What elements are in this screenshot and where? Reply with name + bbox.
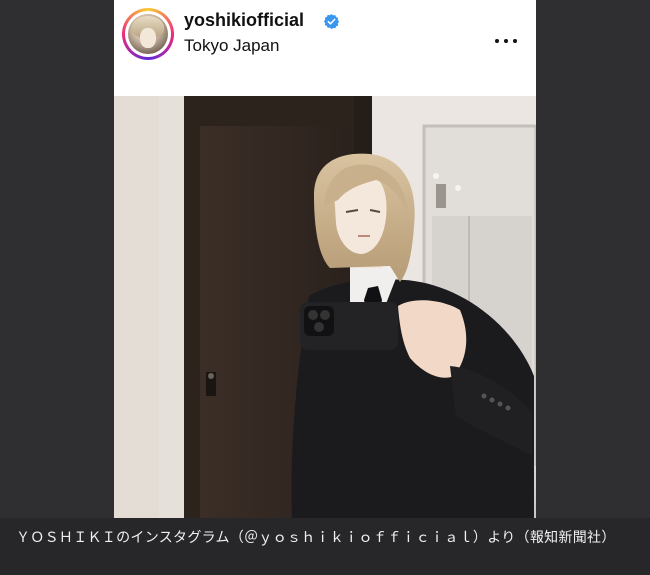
post-header: yoshikiofficial Tokyo Japan [114,0,536,96]
post-photo [114,96,536,518]
image-caption: ＹＯＳＨＩＫＩのインスタグラム（＠ｙｏｓｈｉｋｉｏｆｆｉｃｉａｌ）より（報知新聞… [16,530,616,546]
avatar-frame [125,11,171,57]
avatar-face [140,28,156,48]
more-options-icon[interactable] [495,36,517,46]
instagram-post-card: yoshikiofficial Tokyo Japan [114,0,536,518]
avatar-image [128,14,168,54]
verified-badge-icon [323,14,340,29]
caption-bar: ＹＯＳＨＩＫＩのインスタグラム（＠ｙｏｓｈｉｋｉｏｆｆｉｃｉａｌ）より（報知新聞… [0,518,650,575]
location-link[interactable]: Tokyo Japan [184,36,279,56]
profile-avatar[interactable] [122,8,174,60]
username-link[interactable]: yoshikiofficial [184,10,304,31]
